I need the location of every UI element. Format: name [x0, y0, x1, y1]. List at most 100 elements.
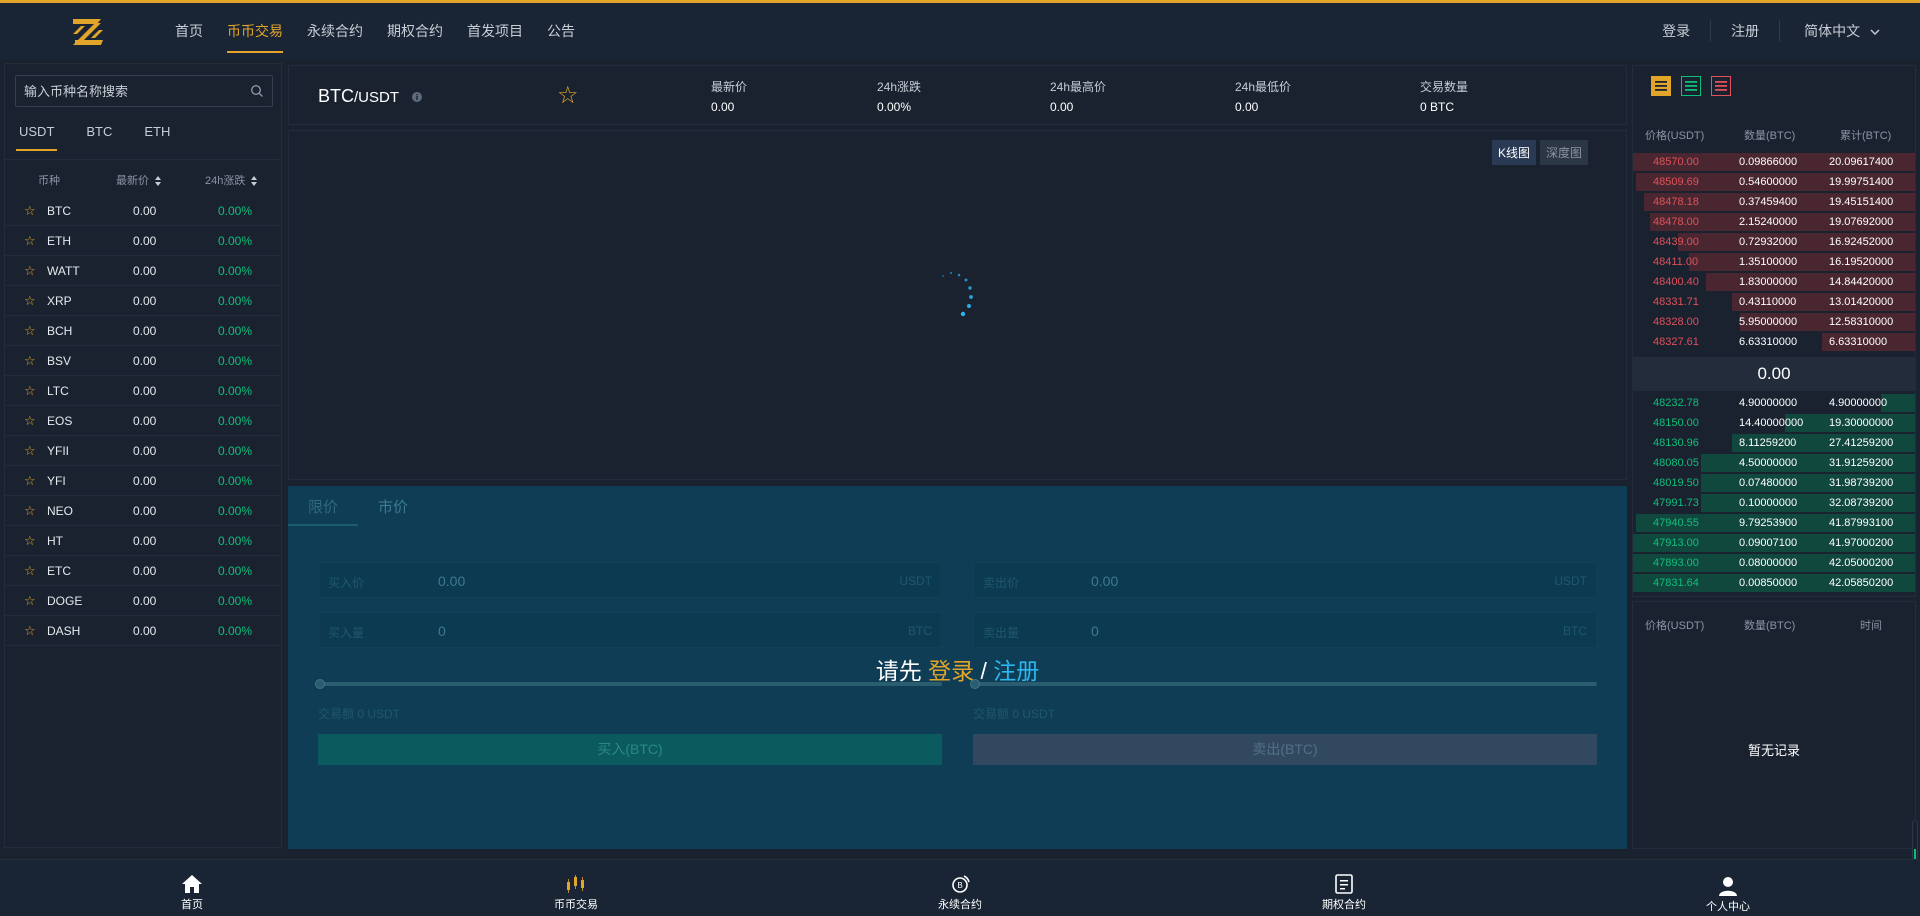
- market-row[interactable]: ☆ BCH 0.00 0.00%: [5, 316, 281, 346]
- book-mode-bids-icon[interactable]: [1681, 76, 1701, 96]
- favorite-star-icon[interactable]: ☆: [24, 233, 36, 249]
- favorite-star-icon[interactable]: ☆: [24, 383, 36, 399]
- favorite-star-icon[interactable]: ☆: [557, 81, 579, 110]
- login-link[interactable]: 登录: [1642, 20, 1710, 42]
- ask-row[interactable]: 48411.00 1.35100000 16.19520000: [1633, 252, 1915, 272]
- prompt-register-link[interactable]: 注册: [993, 658, 1039, 684]
- bottom-nav-home[interactable]: 首页: [152, 874, 232, 912]
- bid-row[interactable]: 48130.96 8.11259200 27.41259200: [1633, 433, 1915, 453]
- market-row[interactable]: ☆ YFII 0.00 0.00%: [5, 436, 281, 466]
- favorite-star-icon[interactable]: ☆: [24, 263, 36, 279]
- nav-announcements[interactable]: 公告: [547, 3, 575, 59]
- favorite-star-icon[interactable]: ☆: [24, 443, 36, 459]
- market-row[interactable]: ☆ LTC 0.00 0.00%: [5, 376, 281, 406]
- market-row[interactable]: ☆ ETC 0.00 0.00%: [5, 556, 281, 586]
- bottom-nav-profile[interactable]: 个人中心: [1688, 876, 1768, 914]
- tab-usdt[interactable]: USDT: [16, 120, 58, 151]
- pair-base: BTC: [318, 86, 354, 106]
- bid-row[interactable]: 47913.00 0.09007100 41.97000200: [1633, 533, 1915, 553]
- favorite-star-icon[interactable]: ☆: [24, 593, 36, 609]
- logo-icon[interactable]: [71, 15, 105, 49]
- market-row[interactable]: ☆ DOGE 0.00 0.00%: [5, 586, 281, 616]
- slider-handle[interactable]: [315, 679, 325, 689]
- ask-row[interactable]: 48509.69 0.54600000 19.99751400: [1633, 172, 1915, 192]
- kline-chart-panel[interactable]: K线图 深度图: [288, 130, 1627, 480]
- favorite-star-icon[interactable]: ☆: [24, 203, 36, 219]
- market-row[interactable]: ☆ XRP 0.00 0.00%: [5, 286, 281, 316]
- language-select[interactable]: 简体中文: [1780, 21, 1920, 41]
- favorite-star-icon[interactable]: ☆: [24, 323, 36, 339]
- ask-row[interactable]: 48328.00 5.95000000 12.58310000: [1633, 312, 1915, 332]
- coin-search-input[interactable]: [16, 76, 236, 106]
- buy-price-field[interactable]: 买入价 0.00 USDT: [318, 562, 942, 598]
- search-icon[interactable]: [250, 84, 264, 98]
- tab-limit[interactable]: 限价: [288, 486, 359, 526]
- ask-row[interactable]: 48570.00 0.09866000 20.09617400: [1633, 152, 1915, 172]
- info-icon[interactable]: [412, 92, 423, 103]
- field-value: 0: [438, 623, 446, 639]
- sell-percent-slider[interactable]: [970, 679, 1597, 689]
- book-mode-both-icon[interactable]: [1651, 76, 1671, 96]
- favorite-star-icon[interactable]: ☆: [24, 533, 36, 549]
- sell-price-field[interactable]: 卖出价 0.00 USDT: [973, 562, 1597, 598]
- buy-percent-slider[interactable]: [315, 679, 942, 689]
- favorite-star-icon[interactable]: ☆: [24, 503, 36, 519]
- favorite-star-icon[interactable]: ☆: [24, 353, 36, 369]
- nav-spot[interactable]: 币币交易: [227, 3, 283, 59]
- bottom-nav-spot[interactable]: 币币交易: [536, 874, 616, 912]
- tab-btc[interactable]: BTC: [83, 120, 115, 151]
- favorite-star-icon[interactable]: ☆: [24, 473, 36, 489]
- stat-label: 24h涨跌: [877, 80, 922, 94]
- market-row[interactable]: ☆ DASH 0.00 0.00%: [5, 616, 281, 646]
- bid-row[interactable]: 48232.78 4.90000000 4.90000000: [1633, 393, 1915, 413]
- bid-row[interactable]: 48150.00 14.40000000 19.30000000: [1633, 413, 1915, 433]
- market-row[interactable]: ☆ ETH 0.00 0.00%: [5, 226, 281, 256]
- ask-row[interactable]: 48439.00 0.72932000 16.92452000: [1633, 232, 1915, 252]
- sell-amount-field[interactable]: 卖出量 0 BTC: [973, 612, 1597, 648]
- bottom-nav-perpetual[interactable]: B 永续合约: [920, 874, 1000, 912]
- prompt-login-link[interactable]: 登录: [928, 658, 974, 684]
- sell-button[interactable]: 卖出(BTC): [973, 734, 1597, 765]
- bid-row[interactable]: 47831.64 0.00850000 42.05850200: [1633, 573, 1915, 593]
- buy-amount-field[interactable]: 买入量 0 BTC: [318, 612, 942, 648]
- bid-row[interactable]: 47991.73 0.10000000 32.08739200: [1633, 493, 1915, 513]
- register-link[interactable]: 注册: [1711, 20, 1779, 42]
- nav-perpetual[interactable]: 永续合约: [307, 3, 363, 59]
- tab-market[interactable]: 市价: [358, 486, 428, 526]
- tab-kline[interactable]: K线图: [1491, 140, 1536, 165]
- favorite-star-icon[interactable]: ☆: [24, 293, 36, 309]
- tab-eth[interactable]: ETH: [141, 120, 173, 151]
- market-row[interactable]: ☆ NEO 0.00 0.00%: [5, 496, 281, 526]
- favorite-star-icon[interactable]: ☆: [24, 413, 36, 429]
- book-mode-asks-icon[interactable]: [1711, 76, 1731, 96]
- nav-home[interactable]: 首页: [175, 3, 203, 59]
- nav-options[interactable]: 期权合约: [387, 3, 443, 59]
- bid-row[interactable]: 47940.55 9.79253900 41.87993100: [1633, 513, 1915, 533]
- col-change-sort[interactable]: 24h涨跌: [205, 172, 258, 188]
- order-price: 48327.61: [1653, 336, 1699, 348]
- ask-row[interactable]: 48478.18 0.37459400 19.45151400: [1633, 192, 1915, 212]
- ask-row[interactable]: 48478.00 2.15240000 19.07692000: [1633, 212, 1915, 232]
- ask-row[interactable]: 48331.71 0.43110000 13.01420000: [1633, 292, 1915, 312]
- order-price: 48509.69: [1653, 176, 1699, 188]
- market-row[interactable]: ☆ WATT 0.00 0.00%: [5, 256, 281, 286]
- col-price-sort[interactable]: 最新价: [116, 172, 162, 188]
- bottom-nav-options[interactable]: 期权合约: [1304, 874, 1384, 912]
- tab-depth[interactable]: 深度图: [1539, 140, 1588, 165]
- market-row[interactable]: ☆ BSV 0.00 0.00%: [5, 346, 281, 376]
- bid-row[interactable]: 48080.05 4.50000000 31.91259200: [1633, 453, 1915, 473]
- market-row[interactable]: ☆ YFI 0.00 0.00%: [5, 466, 281, 496]
- ask-row[interactable]: 48327.61 6.63310000 6.63310000: [1633, 332, 1915, 352]
- bid-row[interactable]: 48019.50 0.07480000 31.98739200: [1633, 473, 1915, 493]
- col-time: 时间: [1860, 620, 1882, 632]
- bid-row[interactable]: 47893.00 0.08000000 42.05000200: [1633, 553, 1915, 573]
- market-row[interactable]: ☆ HT 0.00 0.00%: [5, 526, 281, 556]
- market-row[interactable]: ☆ EOS 0.00 0.00%: [5, 406, 281, 436]
- stat-label: 交易数量: [1420, 80, 1469, 94]
- favorite-star-icon[interactable]: ☆: [24, 623, 36, 639]
- buy-button[interactable]: 买入(BTC): [318, 734, 942, 765]
- ask-row[interactable]: 48400.40 1.83000000 14.84420000: [1633, 272, 1915, 292]
- nav-launchpad[interactable]: 首发项目: [467, 3, 523, 59]
- favorite-star-icon[interactable]: ☆: [24, 563, 36, 579]
- market-row[interactable]: ☆ BTC 0.00 0.00%: [5, 196, 281, 226]
